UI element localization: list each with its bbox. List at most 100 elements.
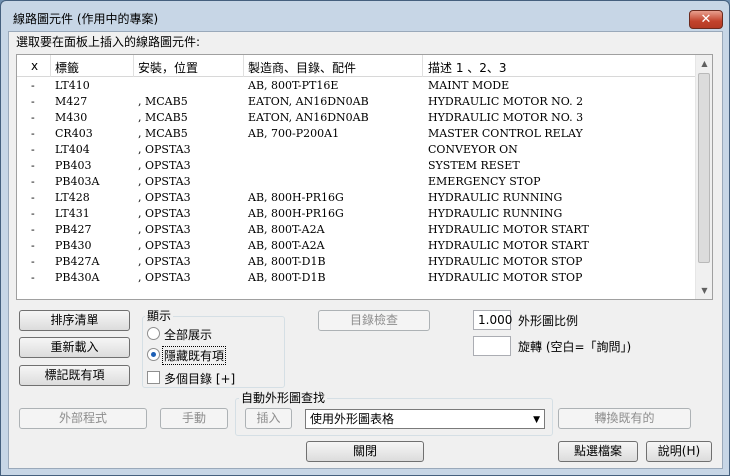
table-cell: SYSTEM RESET bbox=[428, 159, 520, 172]
table-cell: PB403 bbox=[55, 159, 92, 172]
chevron-down-icon[interactable]: ▼ bbox=[533, 411, 540, 429]
table-cell: HYDRAULIC MOTOR STOP bbox=[428, 271, 583, 284]
column-divider[interactable] bbox=[133, 55, 134, 77]
table-cell: - bbox=[31, 207, 35, 220]
column-divider[interactable] bbox=[50, 55, 51, 77]
reload-button[interactable]: 重新載入 bbox=[19, 337, 130, 358]
column-header-manufacturer-catalog[interactable]: 製造商、目錄、配件 bbox=[248, 59, 356, 76]
table-cell: HYDRAULIC MOTOR NO. 2 bbox=[428, 95, 584, 108]
close-window-button[interactable]: ✕ bbox=[689, 10, 723, 29]
table-row[interactable]: - LT431 , OPSTA3 AB, 800H-PR16G HYDRAULIC RU… bbox=[17, 206, 695, 222]
column-divider[interactable] bbox=[243, 55, 244, 77]
window-title: 線路圖元件 (作用中的專案) bbox=[13, 12, 159, 26]
component-table[interactable]: x 標籤 安裝，位置 製造商、目錄、配件 描述 1 、2、3 - LT410 AB,… bbox=[16, 54, 713, 300]
show-all-radio[interactable] bbox=[147, 327, 160, 340]
outline-table-dropdown-value: 使用外形圖表格 bbox=[310, 412, 395, 426]
scroll-down-icon[interactable]: ▼ bbox=[696, 282, 713, 299]
table-row[interactable]: - LT404 , OPSTA3 CONVEYOR ON bbox=[17, 142, 695, 158]
help-button[interactable]: 說明(H) bbox=[646, 441, 712, 462]
table-cell: HYDRAULIC MOTOR START bbox=[428, 239, 589, 252]
table-cell: AB, 800T-A2A bbox=[248, 239, 325, 252]
table-cell: , OPSTA3 bbox=[138, 159, 191, 172]
table-cell: M430 bbox=[55, 111, 88, 124]
table-cell: - bbox=[31, 191, 35, 204]
table-cell: PB403A bbox=[55, 175, 100, 188]
insert-button[interactable]: 插入 bbox=[245, 408, 292, 429]
table-cell: - bbox=[31, 95, 35, 108]
table-row[interactable]: - PB430A , OPSTA3 AB, 800T-D1B HYDRAULIC MOT… bbox=[17, 270, 695, 286]
column-header-install-location[interactable]: 安裝，位置 bbox=[138, 59, 198, 76]
table-cell: , MCAB5 bbox=[138, 95, 188, 108]
table-cell: PB430A bbox=[55, 271, 100, 284]
hide-existing-radio[interactable] bbox=[147, 348, 160, 361]
table-row[interactable]: - LT428 , OPSTA3 AB, 800H-PR16G HYDRAULIC RU… bbox=[17, 190, 695, 206]
rotate-label: 旋轉 (空白=「詢問」) bbox=[518, 340, 632, 354]
column-divider[interactable] bbox=[422, 55, 423, 77]
table-cell: , MCAB5 bbox=[138, 111, 188, 124]
column-header-x[interactable]: x bbox=[31, 59, 38, 73]
table-cell: , OPSTA3 bbox=[138, 207, 191, 220]
scale-input[interactable]: 1.000 bbox=[473, 310, 512, 330]
sort-list-button[interactable]: 排序清單 bbox=[19, 310, 130, 331]
table-header: x 標籤 安裝，位置 製造商、目錄、配件 描述 1 、2、3 bbox=[17, 55, 695, 77]
table-cell: AB, 800T-D1B bbox=[248, 271, 326, 284]
pick-file-button[interactable]: 點選檔案 bbox=[558, 441, 638, 462]
table-cell: LT410 bbox=[55, 79, 90, 92]
table-cell: EATON, AN16DN0AB bbox=[248, 95, 369, 108]
table-cell: AB, 800H-PR16G bbox=[248, 191, 344, 204]
convert-existing-button[interactable]: 轉換既有的 bbox=[558, 408, 691, 429]
table-cell: AB, 800T-A2A bbox=[248, 223, 325, 236]
table-body: - LT410 AB, 800T-PT16E MAINT MODE - M427 , MCA… bbox=[17, 78, 695, 286]
column-header-description[interactable]: 描述 1 、2、3 bbox=[428, 59, 507, 76]
multi-catalog-checkbox[interactable] bbox=[147, 371, 160, 384]
rotate-input[interactable] bbox=[473, 336, 511, 356]
table-row[interactable]: - PB427 , OPSTA3 AB, 800T-A2A HYDRAULIC MOTO… bbox=[17, 222, 695, 238]
outline-table-dropdown[interactable]: 使用外形圖表格 ▼ bbox=[305, 409, 545, 429]
table-cell: AB, 700-P200A1 bbox=[248, 127, 340, 140]
table-cell: - bbox=[31, 239, 35, 252]
table-cell: - bbox=[31, 223, 35, 236]
display-group-label: 顯示 bbox=[145, 307, 174, 324]
table-cell: PB427A bbox=[55, 255, 100, 268]
table-cell: AB, 800H-PR16G bbox=[248, 207, 344, 220]
table-row[interactable]: - PB403A , OPSTA3 EMERGENCY STOP bbox=[17, 174, 695, 190]
table-cell: , OPSTA3 bbox=[138, 143, 191, 156]
table-cell: MAINT MODE bbox=[428, 79, 510, 92]
table-row[interactable]: - LT410 AB, 800T-PT16E MAINT MODE bbox=[17, 78, 695, 94]
close-button[interactable]: 關閉 bbox=[306, 441, 424, 462]
manual-button[interactable]: 手動 bbox=[160, 408, 228, 429]
table-cell: - bbox=[31, 159, 35, 172]
scrollbar-thumb[interactable] bbox=[698, 73, 710, 263]
dialog-window: 線路圖元件 (作用中的專案) ✕ 選取要在面板上插入的線路圖元件: x 標籤 安… bbox=[0, 0, 730, 476]
catalog-check-button[interactable]: 目錄檢查 bbox=[318, 310, 430, 331]
table-cell: HYDRAULIC MOTOR NO. 3 bbox=[428, 111, 584, 124]
instruction-label: 選取要在面板上插入的線路圖元件: bbox=[16, 35, 201, 49]
scale-label: 外形圖比例 bbox=[518, 314, 579, 328]
external-program-button[interactable]: 外部程式 bbox=[19, 408, 147, 429]
table-row[interactable]: - PB430 , OPSTA3 AB, 800T-A2A HYDRAULIC MOTO… bbox=[17, 238, 695, 254]
table-cell: CR403 bbox=[55, 127, 93, 140]
title-bar[interactable]: 線路圖元件 (作用中的專案) ✕ bbox=[1, 1, 729, 31]
mark-existing-button[interactable]: 標記既有項 bbox=[19, 365, 130, 386]
table-row[interactable]: - PB403 , OPSTA3 SYSTEM RESET bbox=[17, 158, 695, 174]
multi-catalog-label[interactable]: 多個目錄 [+] bbox=[164, 370, 235, 387]
table-cell: M427 bbox=[55, 95, 88, 108]
scroll-up-icon[interactable]: ▲ bbox=[696, 55, 713, 72]
vertical-scrollbar[interactable]: ▲ ▼ bbox=[695, 55, 712, 299]
table-row[interactable]: - CR403 , MCAB5 AB, 700-P200A1 MASTER CONTRO… bbox=[17, 126, 695, 142]
column-header-tag[interactable]: 標籤 bbox=[55, 59, 79, 76]
table-row[interactable]: - M427 , MCAB5 EATON, AN16DN0AB HYDRAULIC MO… bbox=[17, 94, 695, 110]
table-row[interactable]: - M430 , MCAB5 EATON, AN16DN0AB HYDRAULIC MO… bbox=[17, 110, 695, 126]
hide-existing-label[interactable]: 隱藏既有項 bbox=[162, 346, 227, 365]
table-cell: HYDRAULIC RUNNING bbox=[428, 207, 563, 220]
dialog-body: 選取要在面板上插入的線路圖元件: x 標籤 安裝，位置 製造商、目錄、配件 描述… bbox=[8, 31, 723, 469]
table-cell: AB, 800T-D1B bbox=[248, 255, 326, 268]
table-cell: , OPSTA3 bbox=[138, 271, 191, 284]
table-cell: - bbox=[31, 143, 35, 156]
table-cell: - bbox=[31, 79, 35, 92]
table-cell: LT404 bbox=[55, 143, 90, 156]
show-all-label[interactable]: 全部展示 bbox=[164, 326, 212, 343]
table-cell: HYDRAULIC RUNNING bbox=[428, 191, 563, 204]
table-row[interactable]: - PB427A , OPSTA3 AB, 800T-D1B HYDRAULIC MOT… bbox=[17, 254, 695, 270]
table-cell: - bbox=[31, 175, 35, 188]
